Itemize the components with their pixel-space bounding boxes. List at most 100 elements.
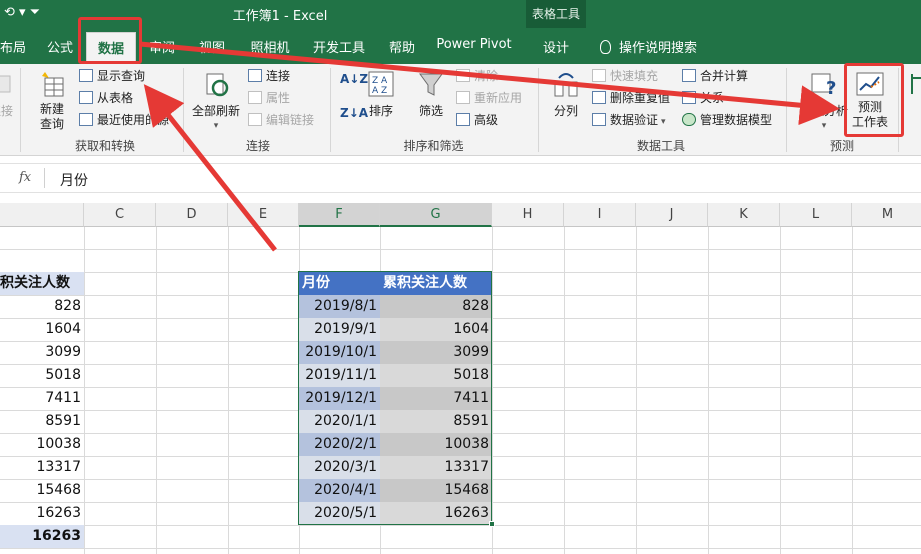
reapply-label: 重新应用 (474, 91, 523, 105)
svg-text:?: ? (826, 78, 836, 98)
reapply-button[interactable]: 重新应用 (456, 89, 522, 107)
sort-ascending-icon[interactable]: A↓Z (340, 70, 368, 88)
column-header-J[interactable]: J (636, 203, 708, 227)
column-header-I[interactable]: I (564, 203, 636, 227)
recent-sources-label: 最近使用的源 (97, 113, 170, 127)
left-column-cell[interactable]: 5018 (0, 364, 84, 387)
table-row-value[interactable]: 10038 (380, 433, 492, 456)
table-row-date[interactable]: 2019/12/1 (299, 387, 380, 410)
table-row-date[interactable]: 2020/2/1 (299, 433, 380, 456)
advanced-button[interactable]: 高级 (456, 111, 498, 129)
table-row-date[interactable]: 2020/4/1 (299, 479, 380, 502)
column-header-K[interactable]: K (708, 203, 780, 227)
data-validation-button[interactable]: 数据验证 ▾ (592, 111, 666, 129)
recent-sources-button[interactable]: 最近使用的源 (79, 111, 179, 129)
column-header-F[interactable]: F (299, 203, 380, 227)
table-header-followers[interactable]: 累积关注人数 (380, 272, 492, 295)
existing-connection-button[interactable]: 连接 (0, 70, 16, 119)
manage-data-model-button[interactable]: 管理数据模型 (682, 111, 772, 129)
table-header-month[interactable]: 月份 (299, 272, 380, 295)
left-column-cell[interactable]: 13317 (0, 456, 84, 479)
filter-button[interactable]: 筛选 (415, 70, 447, 119)
table-row-value[interactable]: 5018 (380, 364, 492, 387)
outline-button[interactable] (906, 70, 921, 100)
tab-formulas[interactable]: 公式 (40, 37, 80, 59)
sort-descending-icon[interactable]: Z↓A (340, 104, 368, 122)
tab-power-pivot[interactable]: Power Pivot (432, 37, 516, 59)
remove-duplicates-button[interactable]: 删除重复值 (592, 89, 670, 107)
table-row-value[interactable]: 13317 (380, 456, 492, 479)
table-row-date[interactable]: 2019/8/1 (299, 295, 380, 318)
grid-line (0, 249, 921, 250)
ribbon-data: 连接 新建 查询 显示查询 从表格 最近使用的源 获取和转换 全部刷新 ▾ 连接… (0, 64, 921, 156)
table-resize-handle[interactable] (489, 521, 495, 527)
table-row-value[interactable]: 7411 (380, 387, 492, 410)
left-column-cell[interactable]: 16263 (0, 502, 84, 525)
refresh-all-button[interactable]: 全部刷新 ▾ (190, 70, 242, 134)
tab-view[interactable]: 视图 (192, 37, 232, 59)
new-query-button[interactable]: 新建 查询 (32, 70, 72, 132)
table-row-date[interactable]: 2020/5/1 (299, 502, 380, 525)
table-row-value[interactable]: 8591 (380, 410, 492, 433)
table-row-value[interactable]: 828 (380, 295, 492, 318)
table-row-date[interactable]: 2019/9/1 (299, 318, 380, 341)
edit-links-icon (248, 113, 262, 126)
tell-me-search[interactable]: 操作说明搜索 (600, 37, 697, 56)
table-row-value[interactable]: 15468 (380, 479, 492, 502)
clear-button[interactable]: 清除 (456, 67, 498, 85)
column-header-H[interactable]: H (492, 203, 564, 227)
left-column-total[interactable]: 16263 (0, 525, 84, 548)
sort-icon: Z AA Z (366, 70, 396, 98)
table-row-date[interactable]: 2020/3/1 (299, 456, 380, 479)
text-to-columns-button[interactable]: 分列 (548, 70, 584, 119)
column-header-C[interactable]: C (84, 203, 156, 227)
grid-line (0, 548, 921, 549)
left-column-cell[interactable]: 7411 (0, 387, 84, 410)
left-column-header[interactable]: 积关注人数 (0, 272, 84, 295)
table-row-date[interactable]: 2019/10/1 (299, 341, 380, 364)
tab-design[interactable]: 设计 (530, 37, 582, 59)
column-header-B[interactable] (0, 203, 84, 227)
left-column-cell[interactable]: 15468 (0, 479, 84, 502)
relationships-label: 关系 (700, 91, 725, 105)
left-column-cell[interactable]: 3099 (0, 341, 84, 364)
new-query-icon (37, 70, 67, 98)
column-header-D[interactable]: D (156, 203, 228, 227)
column-header-L[interactable]: L (780, 203, 852, 227)
tab-developer[interactable]: 开发工具 (306, 37, 372, 59)
column-header-E[interactable]: E (228, 203, 299, 227)
formula-input[interactable]: 月份 (60, 170, 88, 190)
table-row-date[interactable]: 2019/11/1 (299, 364, 380, 387)
group-label-get-transform: 获取和转换 (74, 139, 135, 153)
what-if-analysis-button[interactable]: ? 模拟分析 ▾ (796, 70, 852, 134)
table-row-value[interactable]: 1604 (380, 318, 492, 341)
from-table-label: 从表格 (97, 91, 134, 105)
connections-button[interactable]: 连接 (248, 67, 290, 85)
left-column-cell[interactable]: 10038 (0, 433, 84, 456)
column-header-G[interactable]: G (380, 203, 492, 227)
show-queries-button[interactable]: 显示查询 (79, 67, 145, 85)
consolidate-button[interactable]: 合并计算 (682, 67, 748, 85)
properties-button[interactable]: 属性 (248, 89, 290, 107)
edit-links-button[interactable]: 编辑链接 (248, 111, 314, 129)
relationships-button[interactable]: 关系 (682, 89, 724, 107)
tab-data[interactable]: 数据 (86, 32, 136, 64)
left-column-cell[interactable]: 828 (0, 295, 84, 318)
sort-button[interactable]: Z AA Z 排序 (366, 70, 396, 119)
tab-camera[interactable]: 照相机 (244, 37, 296, 59)
left-column-cell[interactable]: 8591 (0, 410, 84, 433)
flash-fill-button[interactable]: 快速填充 (592, 67, 658, 85)
insert-function-icon[interactable]: fx (19, 170, 31, 185)
forecast-sheet-button[interactable]: 预测 工作表 (848, 70, 892, 130)
table-row-date[interactable]: 2020/1/1 (299, 410, 380, 433)
from-table-button[interactable]: 从表格 (79, 89, 133, 107)
left-column-cell[interactable]: 1604 (0, 318, 84, 341)
column-header-M[interactable]: M (852, 203, 921, 227)
tab-help[interactable]: 帮助 (382, 37, 422, 59)
consolidate-label: 合并计算 (700, 69, 749, 83)
table-row-value[interactable]: 16263 (380, 502, 492, 525)
tab-review[interactable]: 审阅 (142, 37, 182, 59)
formula-bar: fx 月份 (0, 163, 921, 193)
tab-layout[interactable]: 布局 (0, 37, 26, 59)
table-row-value[interactable]: 3099 (380, 341, 492, 364)
